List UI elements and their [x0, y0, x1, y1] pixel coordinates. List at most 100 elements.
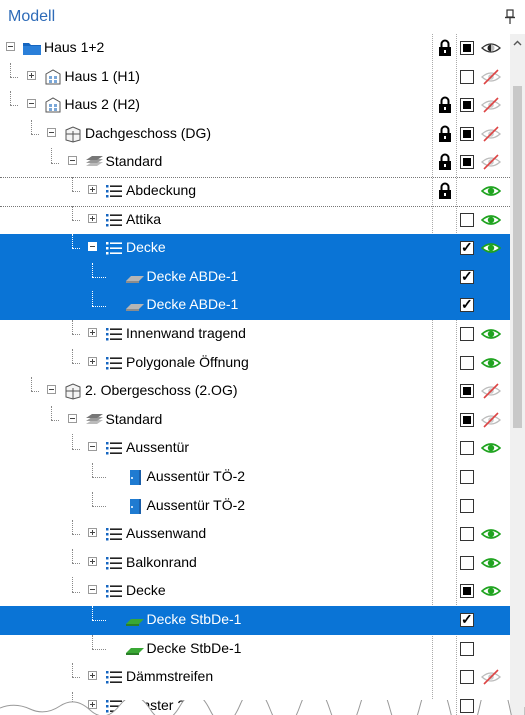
tree-row[interactable]: Attika [0, 205, 510, 235]
tree-row[interactable]: Aussentür [0, 434, 510, 463]
eye-icon[interactable] [481, 212, 501, 228]
tree-connector-line [71, 591, 80, 593]
tree-row[interactable]: Standard [0, 148, 510, 177]
collapse-minus-icon[interactable] [47, 127, 56, 137]
vertical-scrollbar[interactable] [510, 34, 525, 715]
visibility-checkbox[interactable] [460, 555, 474, 570]
scroll-up-arrow-icon[interactable] [512, 38, 523, 49]
half-eye-icon[interactable] [481, 40, 501, 56]
collapse-minus-icon[interactable] [88, 442, 97, 452]
visibility-checkbox[interactable] [460, 527, 474, 542]
visibility-checkbox[interactable] [460, 355, 474, 370]
visibility-checkbox[interactable] [460, 584, 474, 599]
visibility-checkbox[interactable] [460, 155, 474, 170]
visibility-checkbox[interactable] [460, 41, 474, 55]
visibility-checkbox[interactable] [460, 412, 474, 427]
tree-row[interactable]: Aussentür TÖ-2 [0, 491, 510, 521]
slab-gray-icon [125, 304, 144, 312]
tree-row[interactable]: Haus 1+2 [0, 34, 510, 63]
tree-row[interactable]: Haus 1 (H1) [0, 62, 510, 92]
lock-icon[interactable] [438, 182, 452, 200]
expand-plus-icon[interactable] [88, 213, 97, 223]
lock-icon[interactable] [438, 96, 452, 114]
pin-icon[interactable] [505, 9, 515, 25]
visibility-checkbox[interactable] [460, 98, 474, 113]
eye-icon[interactable] [481, 326, 501, 342]
tree-row[interactable]: Aussentür TÖ-2 [0, 463, 510, 492]
visibility-checkbox[interactable] [460, 327, 474, 341]
slab-green-icon [125, 647, 144, 655]
eye-icon[interactable] [481, 355, 501, 371]
collapse-minus-icon[interactable] [88, 242, 97, 252]
tree-row[interactable]: Balkonrand [0, 548, 510, 578]
eye-off-icon[interactable] [481, 154, 501, 170]
expand-plus-icon[interactable] [88, 528, 97, 538]
eye-off-icon[interactable] [481, 412, 501, 428]
scrollbar-thumb[interactable] [513, 86, 522, 428]
tree-connector-line [71, 448, 80, 450]
eye-off-icon[interactable] [481, 97, 501, 113]
expand-plus-icon[interactable] [88, 356, 97, 366]
tree-row[interactable]: Decke [0, 577, 510, 606]
eye-off-icon[interactable] [481, 69, 501, 85]
expand-plus-icon[interactable] [26, 70, 36, 80]
visibility-checkbox[interactable] [460, 296, 474, 313]
eye-icon[interactable] [481, 526, 501, 542]
collapse-minus-icon[interactable] [67, 413, 77, 423]
tree-row[interactable]: Decke StbDe-1 [0, 606, 510, 635]
collapse-minus-icon[interactable] [67, 156, 77, 166]
visibility-checkbox[interactable] [460, 268, 474, 285]
tree-row[interactable]: Standard [0, 405, 510, 435]
visibility-checkbox[interactable] [460, 470, 474, 484]
eye-icon[interactable] [481, 183, 501, 199]
eye-off-icon[interactable] [481, 126, 501, 142]
tree-row[interactable]: Decke StbDe-1 [0, 634, 510, 664]
tree-row[interactable]: 2. Obergeschoss (2.OG) [0, 377, 510, 406]
tree-row[interactable]: Abdeckung [0, 177, 510, 206]
tree-row[interactable]: Decke ABDe-1 [0, 262, 510, 292]
eye-icon[interactable] [481, 555, 501, 571]
collapse-minus-icon[interactable] [26, 99, 36, 109]
tree-row[interactable]: Haus 2 (H2) [0, 91, 510, 120]
eye-off-icon[interactable] [481, 383, 501, 399]
expand-plus-icon[interactable] [88, 185, 97, 194]
eye-off-icon[interactable] [481, 669, 501, 685]
tree-item-label: Standard [105, 410, 163, 427]
visibility-checkbox[interactable] [460, 641, 474, 656]
tree-connector-line [71, 334, 80, 336]
visibility-checkbox[interactable] [460, 384, 474, 399]
visibility-checkbox[interactable] [460, 239, 474, 256]
eye-icon[interactable] [481, 240, 501, 256]
lock-icon[interactable] [438, 125, 452, 143]
tree-connector-line [30, 391, 39, 393]
tree-row[interactable]: Innenwand tragend [0, 320, 510, 349]
tree-row[interactable]: Decke [0, 234, 510, 263]
tree-item-label: Standard [105, 153, 163, 170]
tree-row[interactable]: Dämmstreifen [0, 663, 510, 692]
collapse-minus-icon[interactable] [6, 42, 15, 51]
tree-connector-line [71, 534, 80, 536]
tree-row[interactable]: Polygonale Öffnung [0, 348, 510, 378]
lock-icon[interactable] [438, 39, 452, 57]
visibility-checkbox[interactable] [460, 498, 474, 513]
eye-icon[interactable] [481, 440, 501, 456]
collapse-minus-icon[interactable] [47, 385, 56, 395]
visibility-checkbox[interactable] [460, 126, 474, 141]
list-icon [106, 356, 122, 370]
tree-row[interactable]: Dachgeschoss (DG) [0, 119, 510, 149]
expand-plus-icon[interactable] [88, 328, 97, 337]
eye-icon[interactable] [481, 583, 501, 599]
visibility-checkbox[interactable] [460, 670, 474, 685]
visibility-checkbox[interactable] [460, 441, 474, 456]
visibility-checkbox[interactable] [460, 69, 474, 84]
expand-plus-icon[interactable] [88, 556, 97, 566]
lock-icon[interactable] [438, 153, 452, 171]
tree-row[interactable]: Aussenwand [0, 520, 510, 549]
tree-connector-line [71, 548, 73, 564]
tree-connector-line [71, 520, 73, 535]
visibility-checkbox[interactable] [460, 611, 474, 628]
visibility-checkbox[interactable] [460, 212, 474, 227]
tree-row[interactable]: Decke ABDe-1 [0, 291, 510, 320]
collapse-minus-icon[interactable] [88, 585, 97, 595]
expand-plus-icon[interactable] [88, 671, 97, 681]
